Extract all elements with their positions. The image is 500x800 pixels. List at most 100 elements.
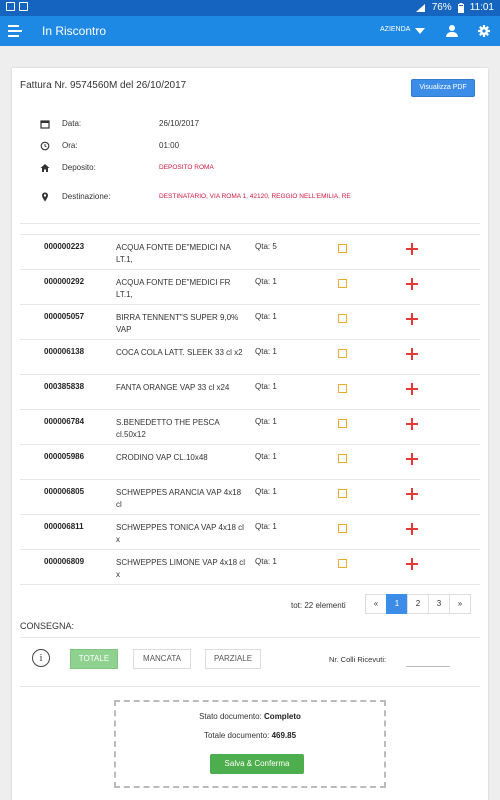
chevron-down-icon[interactable] bbox=[415, 28, 425, 34]
time-value: 01:00 bbox=[159, 141, 180, 150]
item-code: 000005057 bbox=[44, 312, 85, 321]
item-quantity: Qta: 1 bbox=[255, 347, 277, 356]
clock: 11:01 bbox=[469, 2, 494, 13]
item-code: 000006809 bbox=[44, 557, 85, 566]
total-label: Totale documento: bbox=[203, 731, 270, 740]
map-pin-icon bbox=[42, 192, 48, 202]
item-row: 000006805 SCHWEPPES ARANCIA VAP 4x18 cl Qt… bbox=[20, 479, 480, 514]
item-quantity: Qta: 1 bbox=[255, 522, 277, 531]
item-row: 000006811 SCHWEPPES TONICA VAP 4x18 cl x Q… bbox=[20, 514, 480, 549]
item-checkbox[interactable] bbox=[338, 314, 347, 323]
plus-icon[interactable] bbox=[406, 418, 418, 430]
item-row: 000000292 ACQUA FONTE DE"MEDICI FR LT.1, Q… bbox=[20, 269, 480, 304]
item-description: FANTA ORANGE VAP 33 cl x24 bbox=[116, 383, 230, 392]
item-quantity: Qta: 1 bbox=[255, 452, 277, 461]
item-code: 000000292 bbox=[44, 277, 85, 286]
invoice-title: Fattura Nr. 9574560M del 26/10/2017 bbox=[20, 80, 187, 91]
delivery-row: i TOTALE MANCATA PARZIALE Nr. Colli Rice… bbox=[20, 637, 480, 687]
item-checkbox[interactable] bbox=[338, 384, 347, 393]
battery-icon bbox=[457, 2, 464, 13]
item-row: 000005057 BIRRA TENNENT"S SUPER 9,0% VAP Q… bbox=[20, 304, 480, 339]
item-row: 000000223 ACQUA FONTE DE"MEDICI NA LT.1, Q… bbox=[20, 234, 480, 269]
home-icon bbox=[40, 164, 50, 172]
pagination-next[interactable]: » bbox=[449, 594, 471, 614]
status-value: Completo bbox=[264, 712, 301, 721]
date-value: 26/10/2017 bbox=[159, 119, 200, 128]
plus-icon[interactable] bbox=[406, 453, 418, 465]
status-line: Stato documento: Completo bbox=[116, 712, 384, 721]
status-bar: 76% 11:01 bbox=[0, 0, 500, 16]
item-description: S.BENEDETTO THE PESCA cl.50x12 bbox=[116, 418, 220, 439]
item-quantity: Qta: 1 bbox=[255, 277, 277, 286]
item-checkbox[interactable] bbox=[338, 489, 347, 498]
invoice-card: Fattura Nr. 9574560M del 26/10/2017 Visu… bbox=[12, 68, 488, 800]
divider bbox=[20, 223, 480, 224]
item-checkbox[interactable] bbox=[338, 524, 347, 533]
item-row: 000385838 FANTA ORANGE VAP 33 cl x24 Qta: … bbox=[20, 374, 480, 409]
pagination-page-3[interactable]: 3 bbox=[428, 594, 450, 614]
signal-icon bbox=[415, 3, 425, 12]
company-menu[interactable]: AZIENDA bbox=[380, 26, 410, 33]
item-code: 000006784 bbox=[44, 417, 85, 426]
plus-icon[interactable] bbox=[406, 243, 418, 255]
item-description: ACQUA FONTE DE"MEDICI FR LT.1, bbox=[116, 278, 231, 299]
item-code: 000006811 bbox=[44, 522, 84, 531]
delivery-option-mancata[interactable]: MANCATA bbox=[133, 649, 191, 669]
item-checkbox[interactable] bbox=[338, 244, 347, 253]
item-row: 000006138 COCA COLA LATT. SLEEK 33 cl x2 Q… bbox=[20, 339, 480, 374]
plus-icon[interactable] bbox=[406, 558, 418, 570]
gear-icon[interactable] bbox=[478, 25, 490, 37]
pagination-page-1[interactable]: 1 bbox=[386, 594, 408, 614]
summary-box: Stato documento: Completo Totale documen… bbox=[114, 700, 386, 788]
item-code: 000385838 bbox=[44, 382, 85, 391]
item-description: ACQUA FONTE DE"MEDICI NA LT.1, bbox=[116, 243, 231, 264]
app-bar: In Riscontro AZIENDA bbox=[0, 16, 500, 46]
item-checkbox[interactable] bbox=[338, 279, 347, 288]
item-checkbox[interactable] bbox=[338, 349, 347, 358]
colli-input[interactable] bbox=[406, 649, 450, 667]
colli-label: Nr. Colli Ricevuti: bbox=[329, 655, 387, 664]
battery-level: 76% bbox=[431, 2, 452, 13]
destination-value: DESTINATARIO, VIA ROMA 1, 42120, REGGIO … bbox=[159, 193, 351, 200]
item-description: BIRRA TENNENT"S SUPER 9,0% VAP bbox=[116, 313, 239, 334]
delivery-option-totale[interactable]: TOTALE bbox=[70, 649, 118, 669]
item-quantity: Qta: 5 bbox=[255, 242, 277, 251]
user-icon[interactable] bbox=[446, 25, 458, 37]
menu-icon[interactable] bbox=[8, 24, 22, 38]
plus-icon[interactable] bbox=[406, 488, 418, 500]
plus-icon[interactable] bbox=[406, 278, 418, 290]
item-description: SCHWEPPES LIMONE VAP 4x18 cl x bbox=[116, 558, 246, 579]
info-icon[interactable]: i bbox=[32, 649, 50, 667]
item-row: 000005986 CRODINO VAP CL.10x48 Qta: 1 bbox=[20, 444, 480, 479]
item-checkbox[interactable] bbox=[338, 419, 347, 428]
total-count: tot: 22 elementi bbox=[291, 601, 346, 610]
clock-icon bbox=[40, 141, 50, 151]
item-code: 000000223 bbox=[44, 242, 85, 251]
item-row: 000006784 S.BENEDETTO THE PESCA cl.50x12 Q… bbox=[20, 409, 480, 444]
plus-icon[interactable] bbox=[406, 523, 418, 535]
date-label: Data: bbox=[62, 119, 82, 128]
plus-icon[interactable] bbox=[406, 313, 418, 325]
item-checkbox[interactable] bbox=[338, 454, 347, 463]
status-label: Stato documento: bbox=[199, 712, 262, 721]
plus-icon[interactable] bbox=[406, 348, 418, 360]
item-code: 000006805 bbox=[44, 487, 85, 496]
item-quantity: Qta: 1 bbox=[255, 557, 277, 566]
calendar-icon bbox=[40, 120, 50, 129]
view-pdf-button[interactable]: Visualizza PDF bbox=[411, 79, 475, 97]
delivery-label: CONSEGNA: bbox=[20, 621, 75, 631]
item-checkbox[interactable] bbox=[338, 559, 347, 568]
pagination: « 1 2 3 » bbox=[365, 594, 471, 614]
save-confirm-button[interactable]: Salva & Conferma bbox=[210, 754, 304, 774]
item-quantity: Qta: 1 bbox=[255, 417, 277, 426]
item-quantity: Qta: 1 bbox=[255, 312, 277, 321]
destination-label: Destinazione: bbox=[62, 192, 111, 201]
item-description: COCA COLA LATT. SLEEK 33 cl x2 bbox=[116, 348, 243, 357]
pagination-prev[interactable]: « bbox=[365, 594, 387, 614]
notification-icon bbox=[19, 2, 28, 11]
pagination-page-2[interactable]: 2 bbox=[407, 594, 429, 614]
total-line: Totale documento: 469.85 bbox=[116, 731, 384, 740]
delivery-option-parziale[interactable]: PARZIALE bbox=[205, 649, 261, 669]
divider bbox=[20, 584, 480, 585]
plus-icon[interactable] bbox=[406, 383, 418, 395]
